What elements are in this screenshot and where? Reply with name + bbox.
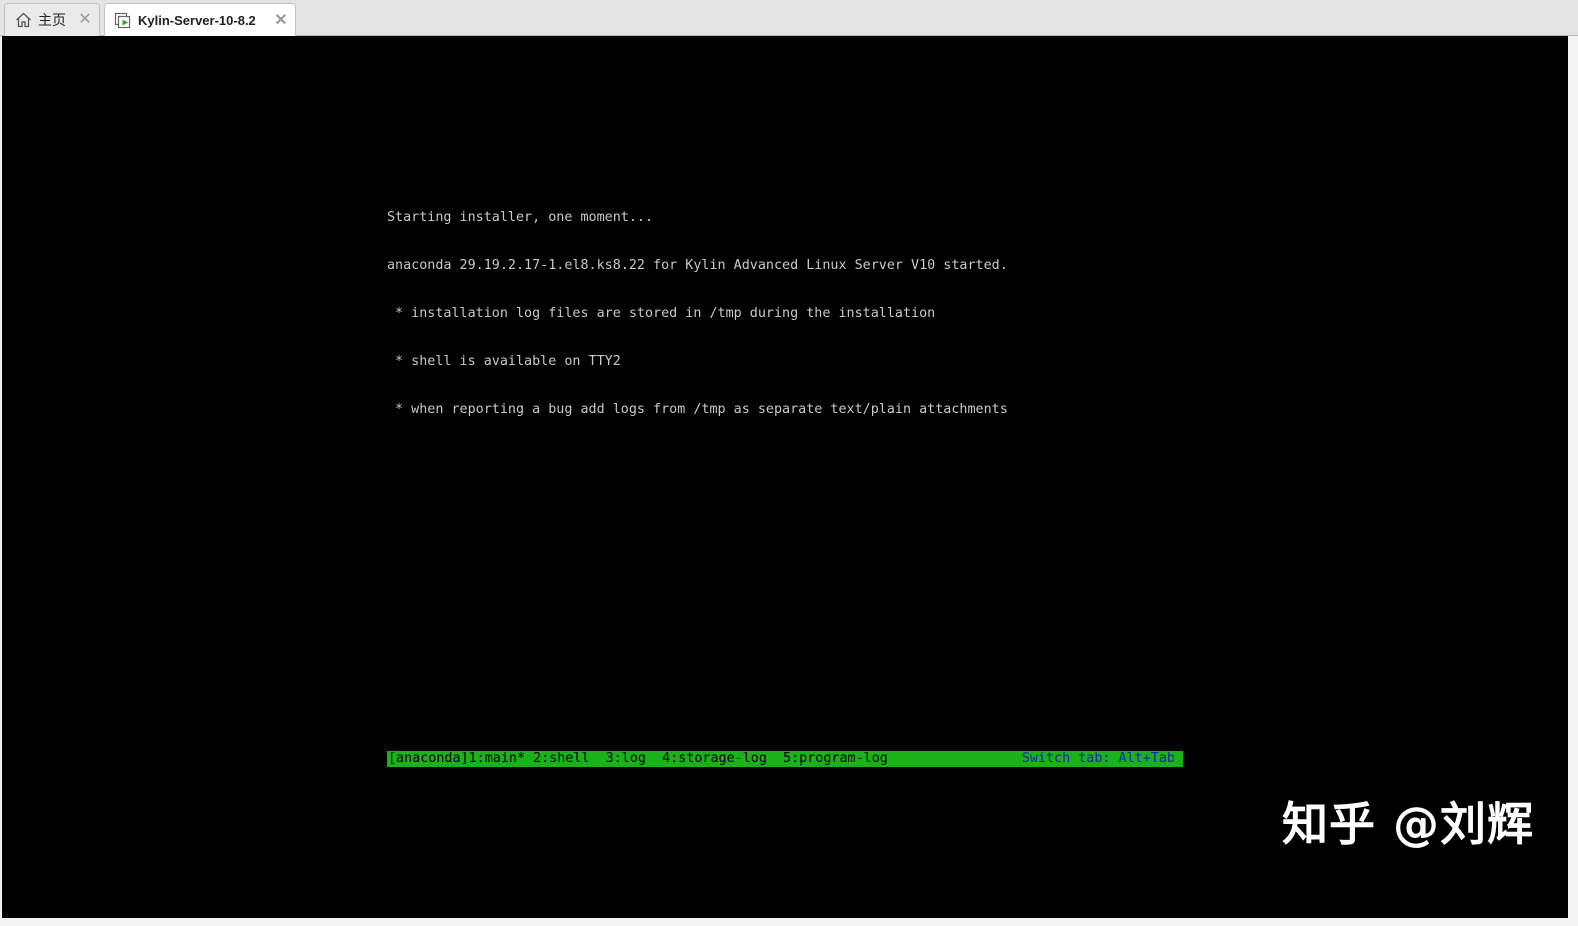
terminal-line: * installation log files are stored in /… (387, 306, 936, 321)
switch-tab-hint: Switch tab: Alt+Tab (1021, 751, 1175, 766)
terminal-line: Starting installer, one moment... (387, 210, 654, 225)
vmware-window: 主页 ✕ Kylin-Server-10-8.2 ✕ Starting inst… (0, 0, 1578, 926)
tmux-status-bar: [anaconda]1:main* 2:shell 3:log 4:storag… (387, 751, 1183, 767)
terminal-output: Starting installer, one moment... anacon… (387, 178, 1008, 450)
tab-vm-label: Kylin-Server-10-8.2 (138, 13, 256, 28)
close-icon[interactable]: ✕ (77, 12, 93, 28)
tab-home-label: 主页 (38, 12, 66, 28)
terminal-line: * shell is available on TTY2 (387, 354, 621, 369)
watermark: 知乎 @刘辉 (1281, 797, 1534, 851)
terminal-line: * when reporting a bug add logs from /tm… (387, 402, 1008, 417)
window-bottom-edge (0, 918, 1568, 926)
tab-home[interactable]: 主页 ✕ (4, 3, 100, 36)
home-icon (14, 11, 32, 29)
window-right-edge (1568, 36, 1578, 926)
vm-running-icon (114, 12, 132, 30)
vm-console[interactable]: Starting installer, one moment... anacon… (2, 36, 1568, 918)
tab-vm[interactable]: Kylin-Server-10-8.2 ✕ (104, 3, 296, 37)
close-icon[interactable]: ✕ (273, 12, 289, 29)
terminal-line: anaconda 29.19.2.17-1.el8.ks8.22 for Kyl… (387, 258, 1008, 273)
tab-bar: 主页 ✕ Kylin-Server-10-8.2 ✕ (0, 0, 1578, 37)
status-tabs: [anaconda]1:main* 2:shell 3:log 4:storag… (388, 751, 888, 766)
